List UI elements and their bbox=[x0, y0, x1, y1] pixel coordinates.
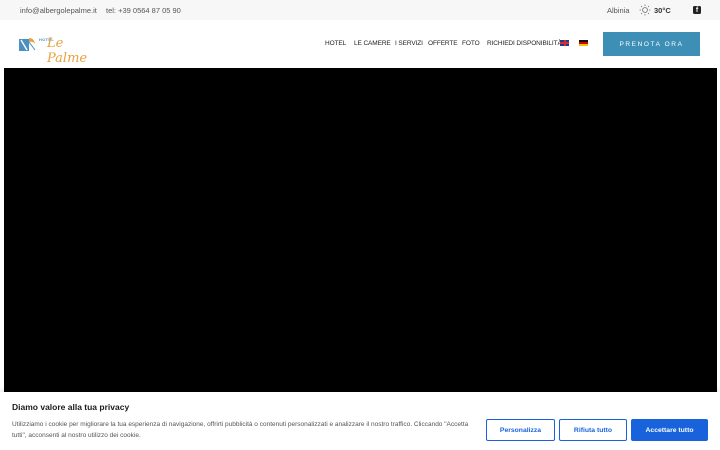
cookie-banner: Diamo valore alla tua privacy Utilizziam… bbox=[0, 392, 720, 450]
cookie-title: Diamo valore alla tua privacy bbox=[12, 402, 130, 412]
nav-item-offers[interactable]: OFFERTE bbox=[428, 40, 458, 47]
german-flag-icon[interactable] bbox=[579, 40, 588, 46]
nav-item-services[interactable]: I SERVIZI bbox=[395, 40, 423, 47]
customize-button[interactable]: Personalizza bbox=[486, 419, 555, 441]
weather-city: Albinia bbox=[607, 6, 630, 15]
english-flag-icon[interactable] bbox=[560, 40, 569, 46]
sun-icon bbox=[639, 4, 651, 16]
accept-all-button[interactable]: Accettare tutto bbox=[631, 419, 708, 441]
cookie-text: Utilizziamo i cookie per migliorare la t… bbox=[12, 421, 469, 439]
nav-item-rooms[interactable]: LE CAMERE bbox=[354, 40, 391, 47]
nav-item-photos[interactable]: FOTO bbox=[462, 40, 480, 47]
phone-link[interactable]: tel: +39 0564 87 05 90 bbox=[106, 6, 181, 15]
temperature: 30°C bbox=[654, 6, 671, 15]
nav-item-availability[interactable]: RICHIEDI DISPONIBILITÀ bbox=[487, 40, 562, 47]
facebook-icon[interactable]: f bbox=[693, 6, 701, 14]
hero-video[interactable] bbox=[4, 68, 717, 393]
reject-all-button[interactable]: Rifiuta tutto bbox=[559, 419, 627, 441]
email-link[interactable]: info@albergolepalme.it bbox=[20, 6, 97, 15]
top-info-bar: info@albergolepalme.it tel: +39 0564 87 … bbox=[0, 0, 720, 20]
nav-item-hotel[interactable]: HOTEL bbox=[325, 40, 346, 47]
book-now-button[interactable]: PRENOTA ORA bbox=[603, 32, 700, 56]
